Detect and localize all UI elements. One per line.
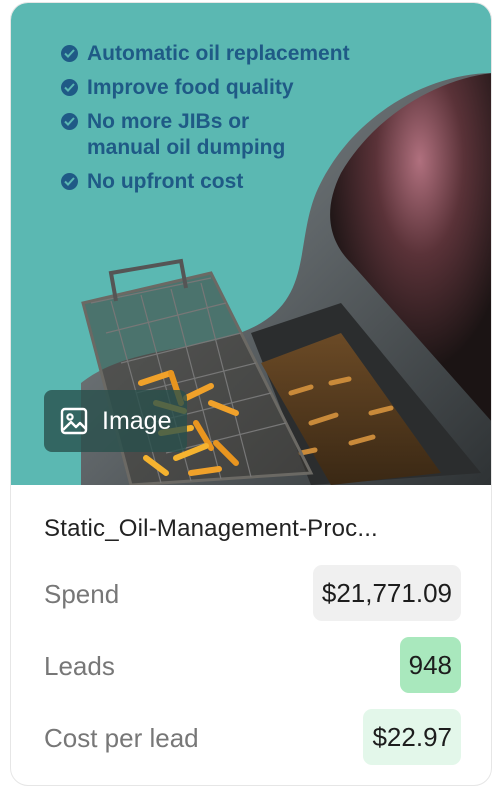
benefit-text: Automatic oil replacement [87, 42, 350, 65]
check-circle-icon [61, 173, 78, 190]
metric-value-badge: $22.97 [363, 709, 461, 765]
benefit-text: No upfront cost [87, 170, 244, 193]
check-circle-icon [61, 113, 78, 130]
check-circle-icon [61, 45, 78, 62]
benefit-item: No upfront cost [61, 169, 350, 195]
metric-value-badge: 948 [399, 637, 461, 693]
creative-title[interactable]: Static_Oil-Management-Proc... [44, 515, 464, 543]
metric-label: Leads [44, 651, 115, 681]
image-icon [60, 407, 88, 435]
benefit-item: Improve food quality [61, 75, 350, 101]
metric-label: Cost per lead [44, 723, 199, 753]
metric-label: Spend [44, 579, 120, 609]
check-circle-icon [61, 79, 78, 96]
metric-row-cost-per-lead: Cost per lead $22.97 [44, 709, 461, 765]
creative-details: Static_Oil-Management-Proc... Spend $21,… [11, 485, 491, 785]
metric-value-badge: $21,771.09 [312, 565, 461, 621]
benefit-list: Automatic oil replacement Improve food q… [61, 41, 350, 203]
benefit-text: No more JIBs or manual oil dumping [87, 110, 286, 159]
metric-row-leads: Leads 948 [44, 637, 461, 693]
benefit-item: No more JIBs or manual oil dumping [61, 109, 307, 161]
media-type-chip: Image [44, 390, 188, 452]
media-type-label: Image [102, 406, 172, 435]
benefit-text: Improve food quality [87, 76, 294, 99]
benefit-item: Automatic oil replacement [61, 41, 350, 67]
creative-thumbnail[interactable]: Automatic oil replacement Improve food q… [11, 3, 491, 485]
metric-row-spend: Spend $21,771.09 [44, 565, 461, 621]
creative-card[interactable]: Automatic oil replacement Improve food q… [10, 2, 492, 786]
